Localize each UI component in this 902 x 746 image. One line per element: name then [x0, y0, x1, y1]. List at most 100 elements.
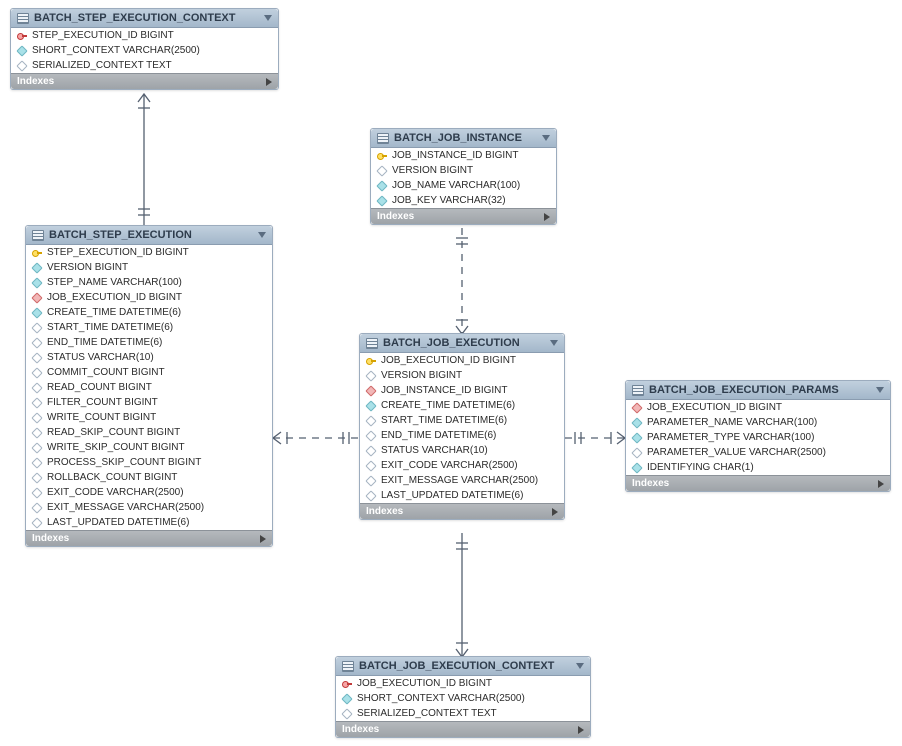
- column-row: START_TIME DATETIME(6): [26, 320, 272, 335]
- indexes-label: Indexes: [632, 478, 669, 489]
- entity-footer[interactable]: Indexes: [336, 721, 590, 737]
- diamond-filled-icon: [16, 45, 27, 56]
- indexes-label: Indexes: [17, 76, 54, 87]
- column-row: VERSION BIGINT: [26, 260, 272, 275]
- entity-columns: JOB_EXECUTION_ID BIGINT VERSION BIGINT J…: [360, 353, 564, 503]
- column-row: START_TIME DATETIME(6): [360, 413, 564, 428]
- entity-footer[interactable]: Indexes: [360, 503, 564, 519]
- entity-batch-step-execution-context[interactable]: BATCH_STEP_EXECUTION_CONTEXT STEP_EXECUT…: [10, 8, 279, 90]
- table-icon: [342, 661, 354, 672]
- diamond-hollow-icon: [31, 487, 42, 498]
- indexes-label: Indexes: [342, 724, 379, 735]
- key-icon: [342, 679, 352, 689]
- column-row: SERIALIZED_CONTEXT TEXT: [11, 58, 278, 73]
- entity-header[interactable]: BATCH_JOB_EXECUTION: [360, 334, 564, 353]
- column-row: FILTER_COUNT BIGINT: [26, 395, 272, 410]
- column-row: STEP_EXECUTION_ID BIGINT: [26, 245, 272, 260]
- diamond-hollow-icon: [365, 490, 376, 501]
- primary-key-icon: [377, 151, 387, 161]
- table-icon: [32, 230, 44, 241]
- entity-footer[interactable]: Indexes: [11, 73, 278, 89]
- chevron-down-icon[interactable]: [550, 340, 558, 346]
- entity-footer[interactable]: Indexes: [371, 208, 556, 224]
- diamond-hollow-icon: [365, 370, 376, 381]
- column-row: JOB_EXECUTION_ID BIGINT: [336, 676, 590, 691]
- diamond-filled-icon: [365, 400, 376, 411]
- column-row: WRITE_COUNT BIGINT: [26, 410, 272, 425]
- diamond-hollow-icon: [365, 475, 376, 486]
- diamond-hollow-icon: [365, 460, 376, 471]
- diamond-hollow-icon: [16, 60, 27, 71]
- chevron-right-icon: [878, 480, 884, 488]
- column-row: JOB_EXECUTION_ID BIGINT: [26, 290, 272, 305]
- diamond-hollow-icon: [31, 502, 42, 513]
- column-row: VERSION BIGINT: [360, 368, 564, 383]
- diamond-filled-icon: [376, 195, 387, 206]
- erd-canvas: BATCH_STEP_EXECUTION_CONTEXT STEP_EXECUT…: [0, 0, 902, 746]
- diamond-filled-icon: [31, 262, 42, 273]
- entity-title: BATCH_JOB_EXECUTION_CONTEXT: [359, 660, 571, 672]
- column-row: END_TIME DATETIME(6): [26, 335, 272, 350]
- table-icon: [17, 13, 29, 24]
- foreign-key-icon: [365, 385, 376, 396]
- chevron-right-icon: [552, 508, 558, 516]
- entity-footer[interactable]: Indexes: [626, 475, 890, 491]
- chevron-right-icon: [578, 726, 584, 734]
- diamond-filled-icon: [31, 277, 42, 288]
- entity-batch-job-execution-params[interactable]: BATCH_JOB_EXECUTION_PARAMS JOB_EXECUTION…: [625, 380, 891, 492]
- diamond-hollow-icon: [31, 352, 42, 363]
- key-icon: [17, 31, 27, 41]
- column-row: PARAMETER_VALUE VARCHAR(2500): [626, 445, 890, 460]
- chevron-down-icon[interactable]: [876, 387, 884, 393]
- column-row: EXIT_MESSAGE VARCHAR(2500): [360, 473, 564, 488]
- column-row: CREATE_TIME DATETIME(6): [360, 398, 564, 413]
- column-row: VERSION BIGINT: [371, 163, 556, 178]
- diamond-hollow-icon: [365, 415, 376, 426]
- diamond-hollow-icon: [31, 367, 42, 378]
- entity-batch-step-execution[interactable]: BATCH_STEP_EXECUTION STEP_EXECUTION_ID B…: [25, 225, 273, 547]
- column-row: STEP_EXECUTION_ID BIGINT: [11, 28, 278, 43]
- column-row: EXIT_CODE VARCHAR(2500): [26, 485, 272, 500]
- chevron-down-icon[interactable]: [264, 15, 272, 21]
- column-row: EXIT_MESSAGE VARCHAR(2500): [26, 500, 272, 515]
- diamond-filled-icon: [31, 307, 42, 318]
- entity-title: BATCH_STEP_EXECUTION_CONTEXT: [34, 12, 259, 24]
- diamond-hollow-icon: [31, 472, 42, 483]
- column-row: LAST_UPDATED DATETIME(6): [360, 488, 564, 503]
- diamond-hollow-icon: [31, 442, 42, 453]
- diamond-hollow-icon: [365, 430, 376, 441]
- diamond-hollow-icon: [31, 517, 42, 528]
- diamond-filled-icon: [631, 462, 642, 473]
- entity-batch-job-execution-context[interactable]: BATCH_JOB_EXECUTION_CONTEXT JOB_EXECUTIO…: [335, 656, 591, 738]
- diamond-hollow-icon: [31, 337, 42, 348]
- diamond-hollow-icon: [31, 412, 42, 423]
- column-row: READ_SKIP_COUNT BIGINT: [26, 425, 272, 440]
- table-icon: [366, 338, 378, 349]
- column-row: JOB_NAME VARCHAR(100): [371, 178, 556, 193]
- column-row: JOB_INSTANCE_ID BIGINT: [360, 383, 564, 398]
- column-row: STATUS VARCHAR(10): [26, 350, 272, 365]
- column-row: WRITE_SKIP_COUNT BIGINT: [26, 440, 272, 455]
- chevron-down-icon[interactable]: [542, 135, 550, 141]
- primary-key-icon: [32, 248, 42, 258]
- chevron-down-icon[interactable]: [258, 232, 266, 238]
- foreign-key-icon: [631, 402, 642, 413]
- entity-batch-job-execution[interactable]: BATCH_JOB_EXECUTION JOB_EXECUTION_ID BIG…: [359, 333, 565, 520]
- indexes-label: Indexes: [377, 211, 414, 222]
- chevron-right-icon: [544, 213, 550, 221]
- chevron-down-icon[interactable]: [576, 663, 584, 669]
- entity-header[interactable]: BATCH_STEP_EXECUTION_CONTEXT: [11, 9, 278, 28]
- column-row: SHORT_CONTEXT VARCHAR(2500): [11, 43, 278, 58]
- entity-footer[interactable]: Indexes: [26, 530, 272, 546]
- indexes-label: Indexes: [366, 506, 403, 517]
- entity-columns: STEP_EXECUTION_ID BIGINT SHORT_CONTEXT V…: [11, 28, 278, 73]
- entity-header[interactable]: BATCH_JOB_EXECUTION_CONTEXT: [336, 657, 590, 676]
- column-row: IDENTIFYING CHAR(1): [626, 460, 890, 475]
- entity-header[interactable]: BATCH_JOB_EXECUTION_PARAMS: [626, 381, 890, 400]
- column-row: CREATE_TIME DATETIME(6): [26, 305, 272, 320]
- column-row: COMMIT_COUNT BIGINT: [26, 365, 272, 380]
- entity-header[interactable]: BATCH_STEP_EXECUTION: [26, 226, 272, 245]
- entity-batch-job-instance[interactable]: BATCH_JOB_INSTANCE JOB_INSTANCE_ID BIGIN…: [370, 128, 557, 225]
- entity-header[interactable]: BATCH_JOB_INSTANCE: [371, 129, 556, 148]
- diamond-hollow-icon: [31, 397, 42, 408]
